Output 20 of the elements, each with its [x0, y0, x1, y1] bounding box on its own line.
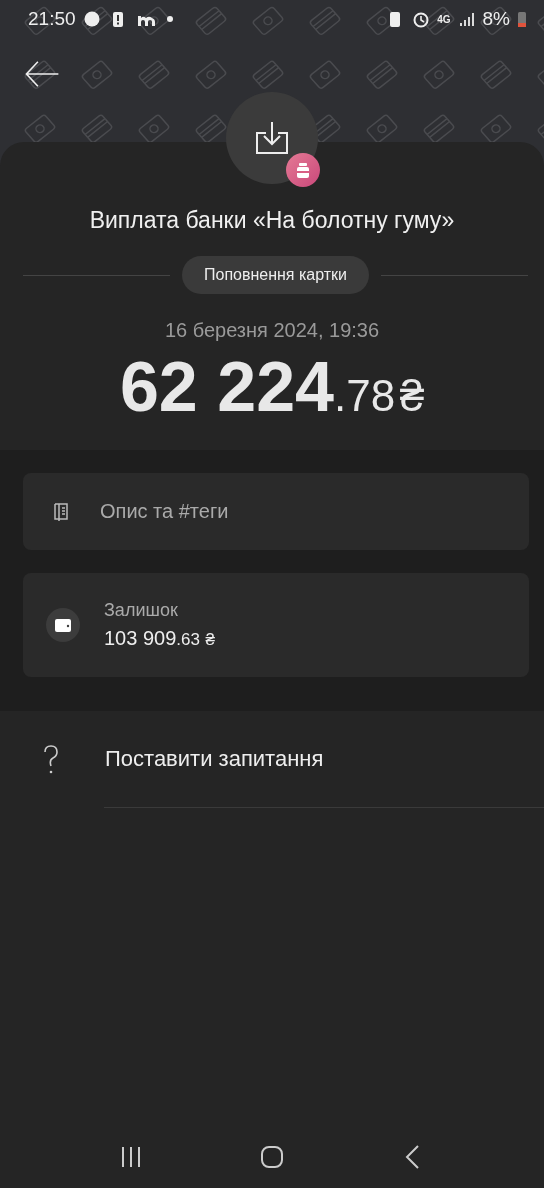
transaction-date: 16 березня 2024, 19:36 — [163, 319, 381, 342]
wallet-icon — [46, 608, 80, 642]
back-arrow-icon[interactable] — [24, 59, 60, 89]
jar-badge-icon — [286, 153, 320, 187]
question-icon — [43, 744, 59, 774]
transaction-amount: 62 224.78₴ — [118, 352, 426, 422]
status-time: 21:50 — [28, 8, 76, 30]
category-chip[interactable]: Поповнення картки — [182, 256, 370, 294]
description-field[interactable]: Опис та #теги — [23, 473, 529, 550]
ask-question-item[interactable]: Поставити запитання — [0, 711, 544, 807]
dot-icon — [165, 15, 174, 23]
notebook-icon — [53, 502, 69, 521]
network-label: 4G — [437, 13, 451, 25]
home-icon[interactable] — [260, 1145, 284, 1169]
balance-label: Залишок — [104, 600, 179, 621]
download-tray-icon — [255, 121, 289, 155]
balance-amount: 103 909.63 ₴ — [104, 627, 215, 650]
battery-level: 8% — [482, 8, 510, 30]
transaction-title: Виплата банки «На болотну гуму» — [88, 207, 456, 234]
battery-icon — [516, 9, 528, 29]
